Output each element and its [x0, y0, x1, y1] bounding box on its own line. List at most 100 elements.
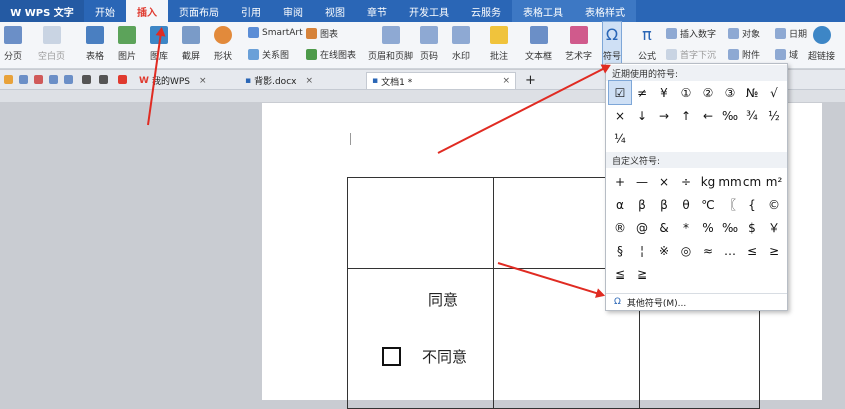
redo-icon[interactable] — [99, 75, 108, 84]
custom-symbol[interactable]: m² — [763, 170, 785, 193]
recent-symbol[interactable]: ‰ — [719, 104, 741, 127]
custom-symbol[interactable]: % — [697, 216, 719, 239]
custom-symbol[interactable]: ◎ — [675, 239, 697, 262]
custom-symbol[interactable]: © — [763, 193, 785, 216]
tab-beiying-docx[interactable]: ▪ 背影.docx × — [240, 72, 318, 89]
undo-icon[interactable] — [82, 75, 91, 84]
header-footer-button[interactable]: 页眉和页脚 — [368, 22, 413, 69]
insert-number-button[interactable]: 插入数字 — [666, 27, 716, 40]
custom-symbol[interactable]: ≧ — [631, 262, 653, 285]
recent-symbol[interactable]: → — [653, 104, 675, 127]
tab-review[interactable]: 审阅 — [272, 0, 314, 22]
recent-symbol[interactable]: √ — [763, 81, 785, 104]
field-button[interactable]: 域 — [775, 48, 798, 61]
recent-symbol[interactable]: × — [609, 104, 631, 127]
picture-button[interactable]: 图片 — [118, 22, 136, 69]
custom-symbol[interactable]: ÷ — [675, 170, 697, 193]
relation-chart-button[interactable]: 关系图 — [248, 48, 289, 61]
comment-button[interactable]: 批注 — [490, 22, 508, 69]
art-text-button[interactable]: 艺术字 — [565, 22, 592, 69]
recent-symbol[interactable]: ≠ — [631, 81, 653, 104]
shapes-button[interactable]: 形状 — [214, 22, 232, 69]
custom-symbol[interactable]: ℃ — [697, 193, 719, 216]
open-folder-icon[interactable] — [4, 75, 13, 84]
page-number-button[interactable]: 页码 — [420, 22, 438, 69]
save-icon[interactable] — [19, 75, 28, 84]
recent-symbol[interactable]: ① — [675, 81, 697, 104]
custom-symbol[interactable]: ¦ — [631, 239, 653, 262]
attachment-button[interactable]: 附件 — [728, 48, 760, 61]
table-cell[interactable] — [347, 177, 494, 269]
custom-symbol[interactable]: § — [609, 239, 631, 262]
print-preview-icon[interactable] — [64, 75, 73, 84]
page-break-button[interactable]: 分页 — [4, 22, 22, 69]
tab-document1[interactable]: ▪ 文档1 * × — [366, 72, 516, 89]
recent-symbol[interactable]: ¼ — [609, 127, 631, 150]
custom-symbol[interactable]: mm — [718, 170, 741, 193]
object-button[interactable]: 对象 — [728, 27, 760, 40]
new-tab-button[interactable]: + — [520, 72, 541, 89]
tab-home[interactable]: 开始 — [84, 0, 126, 22]
checkbox[interactable] — [382, 347, 401, 366]
recent-symbol[interactable]: ½ — [763, 104, 785, 127]
recent-symbol[interactable]: ← — [697, 104, 719, 127]
custom-symbol[interactable]: ≈ — [697, 239, 719, 262]
custom-symbol[interactable]: β — [631, 193, 653, 216]
tab-insert[interactable]: 插入 — [126, 0, 168, 22]
custom-symbol[interactable]: ® — [609, 216, 631, 239]
tab-view[interactable]: 视图 — [314, 0, 356, 22]
date-button[interactable]: 日期 — [775, 27, 807, 40]
hyperlink-button[interactable]: 超链接 — [808, 22, 835, 69]
tab-developer[interactable]: 开发工具 — [398, 0, 460, 22]
custom-symbol[interactable]: kg — [697, 170, 719, 193]
tab-table-style[interactable]: 表格样式 — [574, 0, 636, 22]
custom-symbol[interactable]: ≦ — [609, 262, 631, 285]
customize-icon[interactable] — [118, 75, 127, 84]
custom-symbol[interactable]: * — [675, 216, 697, 239]
recent-symbol[interactable]: ↑ — [675, 104, 697, 127]
custom-symbol[interactable]: θ — [675, 193, 697, 216]
custom-symbol[interactable]: ≥ — [763, 239, 785, 262]
table-button[interactable]: 表格 — [86, 22, 104, 69]
app-title[interactable]: W WPS 文字 — [0, 0, 84, 22]
custom-symbol[interactable]: — — [631, 170, 653, 193]
more-symbols-button[interactable]: Ω 其他符号(M)... — [606, 293, 787, 310]
custom-symbol[interactable]: α — [609, 193, 631, 216]
recent-symbol[interactable]: ② — [697, 81, 719, 104]
custom-symbol[interactable]: ￥ — [763, 216, 785, 239]
tab-references[interactable]: 引用 — [230, 0, 272, 22]
custom-symbol[interactable]: × — [653, 170, 675, 193]
tab-section[interactable]: 章节 — [356, 0, 398, 22]
tab-cloud[interactable]: 云服务 — [460, 0, 512, 22]
recent-symbol[interactable]: ¾ — [741, 104, 763, 127]
close-icon[interactable]: × — [199, 76, 207, 86]
custom-symbol[interactable]: + — [609, 170, 631, 193]
recent-symbol[interactable]: ↓ — [631, 104, 653, 127]
recent-symbol[interactable]: № — [741, 81, 763, 104]
smartart-button[interactable]: SmartArt — [248, 27, 303, 38]
tab-page-layout[interactable]: 页面布局 — [168, 0, 230, 22]
custom-symbol[interactable]: cm — [741, 170, 763, 193]
blank-page-button[interactable]: 空白页 — [38, 22, 65, 69]
table-cell[interactable]: 同意 不同意 — [347, 268, 494, 409]
custom-symbol[interactable]: & — [653, 216, 675, 239]
close-icon[interactable]: × — [502, 76, 510, 86]
formula-button[interactable]: π 公式 — [638, 22, 656, 69]
watermark-button[interactable]: 水印 — [452, 22, 470, 69]
screenshot-button[interactable]: 截屏 — [182, 22, 200, 69]
recent-symbol[interactable]: ③ — [719, 81, 741, 104]
tab-my-wps[interactable]: W 我的WPS × — [134, 72, 212, 89]
print-icon[interactable] — [49, 75, 58, 84]
custom-symbol[interactable]: ※ — [653, 239, 675, 262]
export-pdf-icon[interactable] — [34, 75, 43, 84]
close-icon[interactable]: × — [305, 76, 313, 86]
recent-symbol[interactable]: ¥ — [653, 81, 675, 104]
text-box-button[interactable]: 文本框 — [525, 22, 552, 69]
custom-symbol[interactable]: { — [741, 193, 763, 216]
custom-symbol[interactable]: @ — [631, 216, 653, 239]
custom-symbol[interactable]: 〖 — [719, 193, 741, 216]
custom-symbol[interactable]: ‰ — [719, 216, 741, 239]
custom-symbol[interactable]: β — [653, 193, 675, 216]
recent-symbol[interactable]: ☑ — [608, 80, 632, 105]
tab-table-tools[interactable]: 表格工具 — [512, 0, 574, 22]
